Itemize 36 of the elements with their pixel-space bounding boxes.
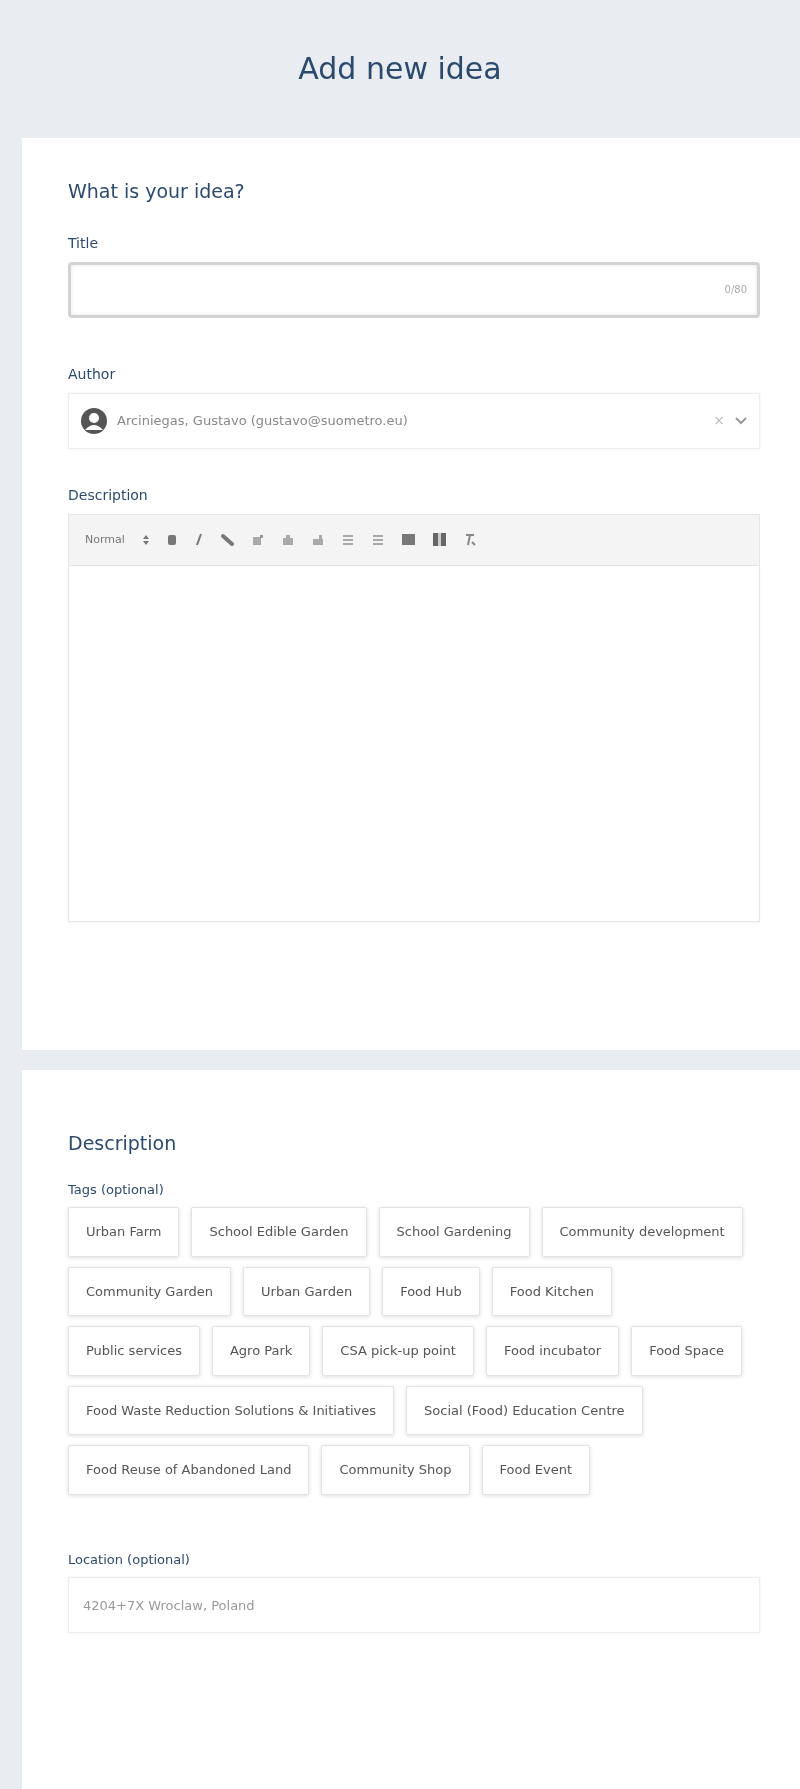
tag-button[interactable]: Community Garden: [68, 1266, 232, 1317]
author-value: Arciniegas, Gustavo (gustavo@suometro.eu): [117, 412, 409, 431]
field-label: Description: [68, 485, 148, 505]
tag-button[interactable]: Food Hub: [382, 1266, 480, 1317]
tag-button[interactable]: School Gardening: [378, 1207, 530, 1257]
field-label: Tags (optional): [68, 1180, 164, 1199]
tag-button[interactable]: School Edible Garden: [191, 1207, 367, 1257]
tag-button[interactable]: Food Event: [481, 1445, 591, 1495]
tag-button[interactable]: Community Shop: [321, 1445, 470, 1495]
section-heading: What is your idea?: [68, 180, 246, 203]
chevron-down-icon[interactable]: [735, 416, 747, 425]
tag-button[interactable]: Community development: [541, 1207, 743, 1257]
tag-button[interactable]: Food incubator: [485, 1326, 620, 1376]
tag-button[interactable]: Food Waste Reduction Solutions & Initiatives: [68, 1385, 395, 1436]
tag-button[interactable]: Urban Garden: [243, 1266, 371, 1317]
field-label: Location (optional): [68, 1550, 190, 1569]
tag-button[interactable]: CSA pick-up point: [322, 1326, 474, 1376]
author-select[interactable]: Arciniegas, Gustavo (gustavo@suometro.eu) ×: [68, 392, 760, 449]
tag-button[interactable]: Food Kitchen: [491, 1266, 612, 1317]
character-counter: 0/80: [724, 283, 747, 298]
format-dropdown[interactable]: Normal: [85, 531, 125, 549]
tag-button[interactable]: Public services: [68, 1326, 200, 1376]
italic-icon[interactable]: [194, 533, 203, 547]
tag-button[interactable]: Food Space: [631, 1326, 743, 1376]
tag-button[interactable]: Social (Food) Education Centre: [406, 1385, 643, 1436]
field-label: Title: [68, 233, 98, 253]
section-heading: Description: [68, 1132, 178, 1155]
location-field[interactable]: 4204+7X Wroclaw, Poland: [68, 1577, 760, 1634]
avatar-icon: [81, 407, 107, 434]
caret-icon[interactable]: [142, 533, 149, 546]
tag-button[interactable]: Agro Park: [211, 1326, 311, 1376]
clear-format-icon[interactable]: [463, 533, 476, 547]
page-title: Add new idea: [298, 51, 502, 87]
tag-button[interactable]: Urban Farm: [68, 1207, 180, 1257]
tag-button[interactable]: Food Reuse of Abandoned Land: [68, 1445, 310, 1495]
field-label: Author: [68, 364, 116, 384]
